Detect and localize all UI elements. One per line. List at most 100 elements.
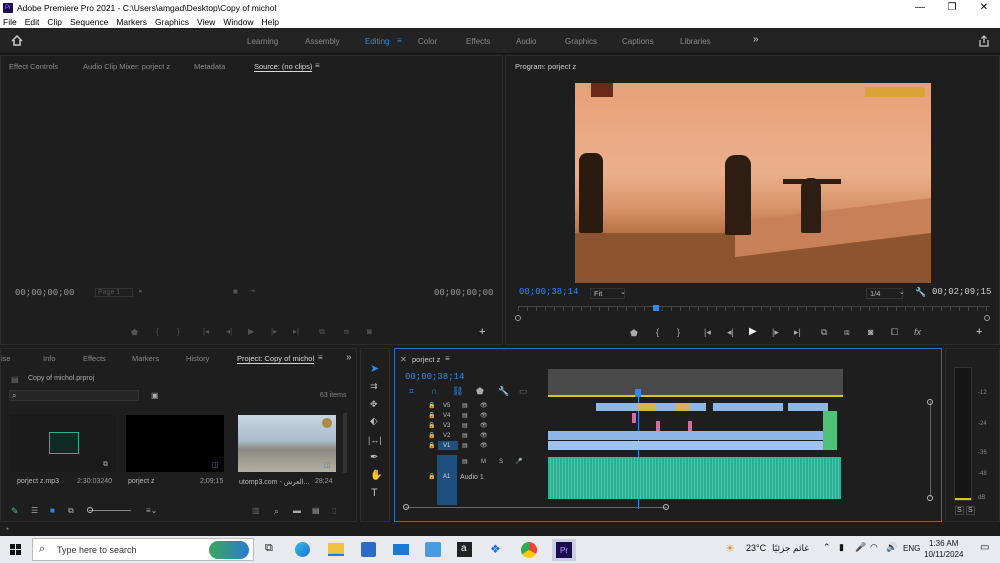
amazon-icon[interactable]: a [457,542,472,557]
timeline-settings-icon[interactable]: 🔧 [498,386,509,397]
store-icon[interactable] [361,542,376,557]
timeline-playhead[interactable] [635,389,641,397]
a1-lock-icon[interactable]: 🔒 [428,473,435,480]
resolution-dropdown-icon[interactable]: ⌄ [899,288,905,296]
audacity-icon[interactable] [425,542,441,557]
program-goto-in-icon[interactable]: |◂ [704,327,711,338]
tray-chevron-icon[interactable]: ⌃ [823,542,831,553]
home-icon[interactable] [11,35,23,46]
menu-markers[interactable]: Markers [116,17,147,27]
tab-effects[interactable]: Effects [83,354,106,363]
automate-icon[interactable]: ▥ [252,506,260,515]
program-add-button-icon[interactable]: + [976,326,982,338]
timeline-h-scroll-right[interactable] [663,504,669,510]
source-fit-icon[interactable]: ■ [233,287,238,296]
tab-history[interactable]: History [186,354,209,363]
menu-sequence[interactable]: Sequence [70,17,108,27]
clip-v2[interactable] [548,431,823,440]
tab-markers[interactable]: Markers [132,354,159,363]
ws-overflow-icon[interactable]: » [753,34,759,45]
icon-view-icon[interactable]: ■ [50,506,55,515]
clear-icon[interactable]: ▯ [332,506,336,515]
tab-source[interactable]: Source: (no clips) [254,62,313,72]
audio-track-area[interactable] [548,455,843,499]
program-zoom-left-handle[interactable] [515,315,521,321]
clock-time[interactable]: 1:36 AM [929,539,958,548]
ripple-edit-tool-icon[interactable]: ✥ [370,399,378,410]
source-export-frame-icon[interactable]: ◙ [367,327,372,336]
ws-audio[interactable]: Audio [516,37,536,46]
source-step-forward-icon[interactable]: |▸ [271,327,277,336]
source-page-select[interactable]: Page 1 [95,288,134,297]
menu-window[interactable]: Window [223,17,253,27]
razor-tool-icon[interactable]: ⬖ [370,416,378,427]
zoom-slider-handle[interactable] [87,507,93,513]
notifications-icon[interactable]: ▭ [980,542,989,553]
sort-icon[interactable]: ≡⌄ [146,506,157,515]
video-tracks-area[interactable] [548,399,843,451]
clip-v4-c[interactable] [788,403,828,411]
program-lift-icon[interactable]: ⧉ [821,327,827,338]
list-view-icon[interactable]: ☰ [31,506,38,515]
clip-v4-fx2[interactable] [676,403,690,411]
program-zoom-right-handle[interactable] [984,315,990,321]
program-play-icon[interactable]: ▶ [749,326,757,337]
v4-eye-icon[interactable]: 👁 [480,412,488,419]
v5-eye-icon[interactable]: 👁 [480,402,488,409]
menu-help[interactable]: Help [262,17,279,27]
tab-audio-clip-mixer[interactable]: Audio Clip Mixer: porject z [83,62,170,71]
clip-v4-fx1[interactable] [638,403,656,411]
timeline-h-scrollbar[interactable] [405,507,667,508]
maximize-button[interactable]: ❐ [936,0,968,15]
v3-sync-icon[interactable]: ▤ [462,422,468,429]
write-protect-icon[interactable]: ✎ [11,506,19,517]
track-select-tool-icon[interactable]: ⇉ [370,381,378,392]
timeline-menu-icon[interactable]: ≡ [445,354,450,363]
thumbnail-audio[interactable]: ⧉ [11,415,116,472]
hand-tool-icon[interactable]: ✋ [370,470,382,481]
v1-sync-icon[interactable]: ▤ [462,442,468,449]
tab-ise[interactable]: ise [1,354,11,363]
snap-icon[interactable]: ∩ [431,386,437,396]
ws-effects[interactable]: Effects [466,37,490,46]
program-playhead[interactable] [653,305,659,311]
source-marker-icon[interactable]: ⬟ [131,328,138,337]
source-settings-icon[interactable]: ⇥ [249,287,255,295]
menu-edit[interactable]: Edit [25,17,40,27]
v2-sync-icon[interactable]: ▤ [462,432,468,439]
tab-info[interactable]: Info [43,354,56,363]
program-step-back-icon[interactable]: ◂| [727,327,734,338]
clip-a1-waveform[interactable] [548,457,841,499]
timeline-v-scrollbar[interactable] [930,401,931,497]
linked-selection-icon[interactable]: ⛓ [452,386,463,397]
edge-icon[interactable] [295,542,310,557]
thumbnail-video[interactable]: ◫ [238,415,336,472]
a1-solo-button[interactable]: S [499,459,503,465]
ws-color[interactable]: Color [418,37,437,46]
timeline-v-scroll-bottom[interactable] [927,495,933,501]
v4-lock-icon[interactable]: 🔒 [428,412,435,419]
task-view-icon[interactable]: ⧉ [265,542,273,555]
source-mark-out-icon[interactable]: } [177,327,180,336]
ws-graphics[interactable]: Graphics [565,37,597,46]
a1-sync-icon[interactable]: ▤ [462,458,468,465]
volume-icon[interactable]: 🔊 [886,542,897,553]
wrench-icon[interactable]: 🔧 [915,287,926,298]
v2-label[interactable]: V2 [443,433,450,439]
a1-mic-icon[interactable]: 🎤 [515,458,522,465]
source-mark-in-icon[interactable]: { [156,327,159,336]
v4-label[interactable]: V4 [443,413,450,419]
ws-learning[interactable]: Learning [247,37,278,46]
v1-lock-icon[interactable]: 🔒 [428,442,435,449]
menu-clip[interactable]: Clip [47,17,62,27]
program-step-forward-icon[interactable]: |▸ [772,327,779,338]
find-icon[interactable]: ⌕ [274,506,279,517]
timeline-ruler[interactable] [548,369,843,397]
program-comparison-icon[interactable]: ⧠ [891,327,898,338]
windows-start-icon[interactable] [10,544,21,555]
source-play-icon[interactable]: ▶ [248,327,254,336]
program-goto-out-icon[interactable]: ▸| [794,327,801,338]
tab-effect-controls[interactable]: Effect Controls [9,62,58,71]
meter-solo-left[interactable]: S [955,506,964,515]
ws-libraries[interactable]: Libraries [680,37,711,46]
